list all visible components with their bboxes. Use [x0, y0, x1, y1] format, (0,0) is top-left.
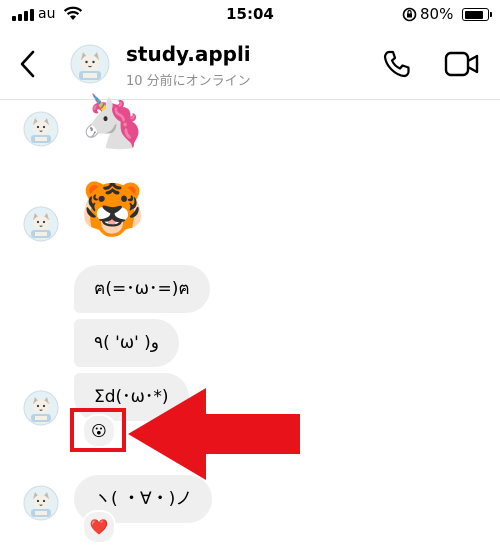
online-status: 10 分前にオンライン: [126, 74, 251, 89]
battery-percent: 80%: [420, 5, 454, 23]
contact-name[interactable]: study.appli: [126, 42, 251, 66]
avatar[interactable]: [23, 485, 59, 521]
chevron-left-icon[interactable]: [17, 48, 39, 80]
orientation-lock-icon: [402, 7, 417, 22]
message-bubble[interactable]: ฅ(=･ω･=)ฅ: [74, 265, 210, 313]
unicorn-emoji-message[interactable]: 🦄: [80, 92, 145, 152]
battery-icon: [462, 8, 492, 21]
phone-icon[interactable]: [382, 49, 412, 79]
reaction-emoji[interactable]: ❤️: [82, 510, 116, 544]
avatar[interactable]: [23, 390, 59, 426]
avatar[interactable]: [23, 206, 59, 242]
chat-header: study.appli 10 分前にオンライン: [0, 30, 500, 100]
message-bubble[interactable]: ٩( 'ω' )و: [74, 319, 180, 367]
red-arrow-icon: [128, 388, 300, 480]
highlight-box: [70, 408, 126, 452]
tiger-emoji-message[interactable]: 🐯: [80, 180, 145, 240]
avatar[interactable]: [23, 111, 59, 147]
video-camera-icon[interactable]: [444, 50, 480, 78]
avatar[interactable]: [70, 44, 110, 84]
status-bar: au 15:04 80%: [0, 0, 500, 30]
